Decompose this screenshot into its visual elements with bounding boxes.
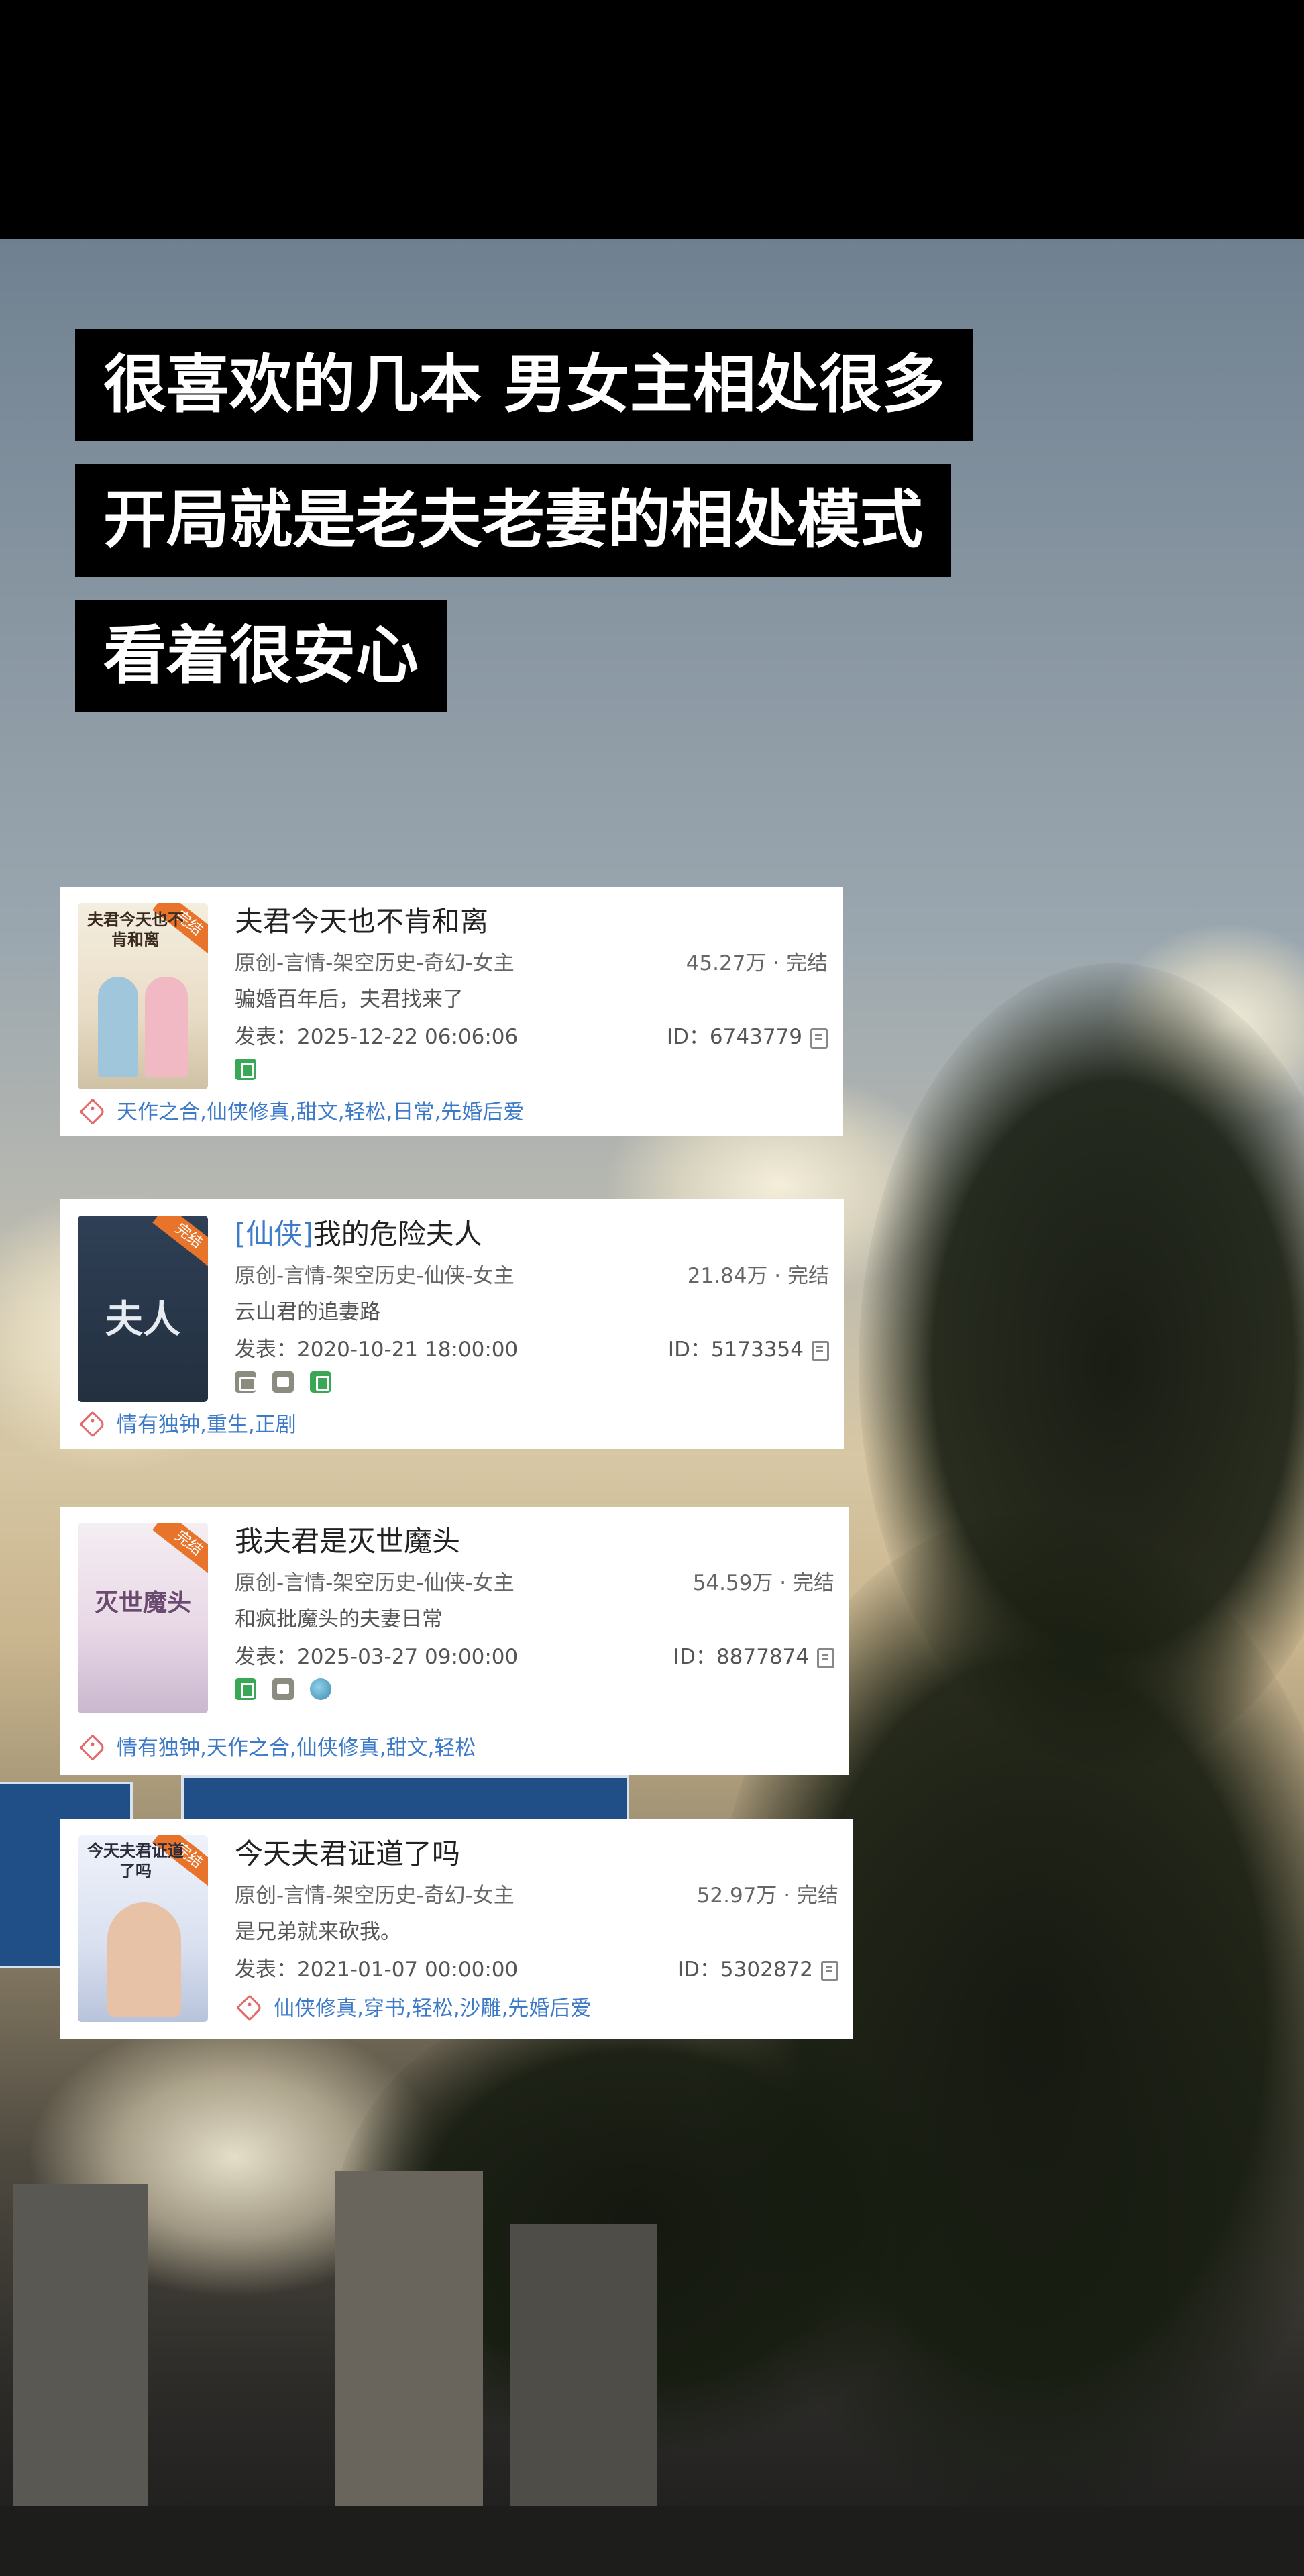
book-genre: 原创-言情-架空历史-奇幻-女主 [235, 951, 514, 975]
book-icon[interactable] [235, 1678, 256, 1700]
format-icons [235, 1059, 256, 1081]
book-title[interactable]: 今天夫君证道了吗 [235, 1831, 460, 1872]
headline-2: 开局就是老夫老妻的相处模式 [75, 464, 952, 577]
tag-icon [236, 1994, 263, 2021]
title-text: 我的危险夫人 [313, 1218, 482, 1250]
headline-3: 看着很安心 [75, 600, 447, 712]
tag-icon [79, 1097, 106, 1125]
book-description: 骗婚百年后，夫君找来了 [235, 987, 464, 1012]
word-count-status: 54.59万 · 完结 [692, 1571, 834, 1595]
copy-icon[interactable] [812, 1340, 829, 1361]
book-cover[interactable]: 完结 今天夫君证道了吗 [78, 1835, 208, 2022]
book-card[interactable]: 完结 灭世魔头 我夫君是灭世魔头 原创-言情-架空历史-仙侠-女主 54.59万… [60, 1507, 849, 1775]
publish-date: 发表：2020-10-21 18:00:00 [235, 1338, 519, 1362]
cover-title: 夫人 [105, 1297, 180, 1342]
book-card[interactable]: 完结 今天夫君证道了吗 今天夫君证道了吗 原创-言情-架空历史-奇幻-女主 52… [60, 1819, 853, 2039]
word-count-status: 52.97万 · 完结 [696, 1884, 838, 1908]
book-card[interactable]: 完结 夫君今天也不肯和离 夫君今天也不肯和离 原创-言情-架空历史-奇幻-女主 … [60, 887, 843, 1136]
video-icon[interactable] [272, 1678, 294, 1700]
tag-list[interactable]: 仙侠修真,穿书,轻松,沙雕,先婚后爱 [235, 1991, 591, 2021]
book-id[interactable]: ID：8877874 [673, 1640, 834, 1670]
title-text: 我夫君是灭世魔头 [235, 1525, 461, 1558]
title-text: 今天夫君证道了吗 [235, 1837, 461, 1870]
book-description: 云山君的追妻路 [235, 1300, 380, 1324]
tags-text: 仙侠修真,穿书,轻松,沙雕,先婚后爱 [274, 1996, 592, 2021]
book-id[interactable]: ID：5173354 [668, 1332, 829, 1362]
tag-list[interactable]: 情有独钟,重生,正剧 [78, 1407, 296, 1438]
tag-list[interactable]: 天作之合,仙侠修真,甜文,轻松,日常,先婚后爱 [78, 1095, 524, 1125]
video-icon[interactable] [272, 1371, 294, 1393]
title-tag: [仙侠] [235, 1218, 313, 1250]
publish-date: 发表：2025-12-22 06:06:06 [235, 1025, 519, 1049]
publish-date: 发表：2025-03-27 09:00:00 [235, 1645, 519, 1669]
book-id-text: ID：5173354 [667, 1338, 804, 1362]
word-count-status: 45.27万 · 完结 [686, 951, 828, 975]
book-id-text: ID：5302872 [677, 1957, 813, 1982]
cover-title: 今天夫君证道了吗 [87, 1841, 184, 1880]
cover-illustration [98, 977, 138, 1077]
book-id-text: ID：8877874 [673, 1645, 809, 1669]
tag-list[interactable]: 情有独钟,天作之合,仙侠修真,甜文,轻松 [78, 1731, 476, 1761]
complete-badge: 完结 [152, 1523, 208, 1576]
book-id-text: ID：6743779 [666, 1025, 802, 1049]
book-title[interactable]: 我夫君是灭世魔头 [235, 1519, 460, 1560]
tag-icon [79, 1410, 106, 1438]
book-icon[interactable] [310, 1371, 331, 1393]
book-icon[interactable] [235, 1059, 256, 1080]
title-text: 夫君今天也不肯和离 [235, 905, 489, 938]
book-title[interactable]: [仙侠]我的危险夫人 [235, 1212, 482, 1252]
format-icons [235, 1371, 331, 1394]
book-cover[interactable]: 完结 夫人 [78, 1216, 208, 1402]
publish-date: 发表：2021-01-07 00:00:00 [235, 1957, 519, 1982]
globe-icon[interactable] [310, 1678, 331, 1700]
book-description: 是兄弟就来砍我。 [235, 1920, 401, 1944]
cover-title: 夫君今天也不肯和离 [87, 910, 184, 949]
tags-text: 情有独钟,天作之合,仙侠修真,甜文,轻松 [117, 1736, 476, 1760]
book-id[interactable]: ID：5302872 [677, 1952, 838, 1982]
cover-title: 灭世魔头 [94, 1589, 191, 1617]
headline-1: 很喜欢的几本 男女主相处很多 [75, 329, 973, 441]
book-cover[interactable]: 完结 灭世魔头 [78, 1523, 208, 1713]
format-icons [235, 1678, 331, 1701]
copy-icon[interactable] [810, 1028, 828, 1049]
audio-icon[interactable] [235, 1371, 256, 1393]
cover-illustration [107, 1902, 181, 2017]
book-card[interactable]: 完结 夫人 [仙侠]我的危险夫人 原创-言情-架空历史-仙侠-女主 21.84万… [60, 1199, 844, 1449]
book-genre: 原创-言情-架空历史-仙侠-女主 [235, 1571, 514, 1595]
tags-text: 天作之合,仙侠修真,甜文,轻松,日常,先婚后爱 [117, 1100, 525, 1124]
cover-illustration [145, 977, 188, 1077]
book-title[interactable]: 夫君今天也不肯和离 [235, 899, 488, 940]
book-genre: 原创-言情-架空历史-奇幻-女主 [235, 1884, 514, 1908]
word-count-status: 21.84万 · 完结 [687, 1264, 829, 1288]
tag-icon [79, 1733, 106, 1761]
book-cover[interactable]: 完结 夫君今天也不肯和离 [78, 903, 208, 1089]
copy-icon[interactable] [821, 1960, 838, 1981]
complete-badge: 完结 [152, 1216, 208, 1269]
book-description: 和疯批魔头的夫妻日常 [235, 1607, 443, 1631]
book-id[interactable]: ID：6743779 [667, 1020, 828, 1050]
book-genre: 原创-言情-架空历史-仙侠-女主 [235, 1264, 514, 1288]
tags-text: 情有独钟,重生,正剧 [117, 1413, 296, 1437]
copy-icon[interactable] [817, 1648, 834, 1668]
